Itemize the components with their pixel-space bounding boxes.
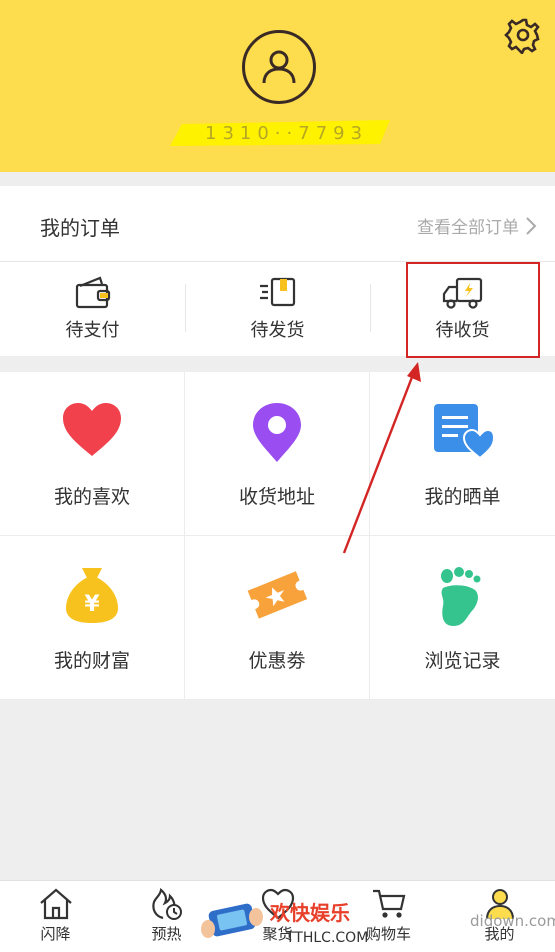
wallet-icon	[75, 276, 110, 309]
site-watermark: didown.com	[470, 912, 555, 930]
grid-item-label: 收货地址	[238, 486, 315, 508]
tab-flash-sale[interactable]: 闪降	[0, 881, 111, 952]
cart-icon	[372, 889, 405, 918]
footprint-icon	[440, 567, 480, 626]
grid-item-favorites[interactable]: 我的喜欢	[0, 372, 185, 536]
package-icon	[259, 277, 295, 307]
grid-item-label: 浏览记录	[424, 650, 501, 672]
username: 1310··7793	[205, 123, 369, 144]
grid-item-history[interactable]: 浏览记录	[370, 536, 555, 700]
grid-item-address[interactable]: 收货地址	[185, 372, 370, 536]
chevron-right-icon	[526, 216, 537, 235]
grid-item-label: 我的喜欢	[53, 486, 130, 508]
grid-item-label: 我的晒单	[424, 486, 501, 508]
watermark-title: 欢快娱乐	[270, 901, 350, 925]
grid-item-label: 优惠劵	[248, 650, 306, 672]
gear-icon	[504, 18, 540, 56]
view-all-orders-label: 查看全部订单	[417, 218, 519, 238]
grid-item-reviews[interactable]: 我的晒单	[370, 372, 555, 536]
order-pending-payment-label: 待支付	[65, 320, 120, 341]
watermark-domain: TTHLC.COM	[286, 930, 369, 946]
tab-label: 闪降	[40, 925, 71, 943]
orders-title: 我的订单	[40, 216, 120, 240]
grid-item-wealth[interactable]: ¥ 我的财富	[0, 536, 185, 700]
settings-button[interactable]	[504, 16, 542, 56]
user-icon	[262, 50, 296, 84]
order-pending-shipment-label: 待发货	[250, 320, 305, 341]
avatar[interactable]	[242, 30, 316, 104]
feature-grid: 我的喜欢 收货地址 我的晒单 ¥ 我的财富 优惠劵 浏览记录	[0, 372, 555, 700]
money-bag-icon: ¥	[66, 568, 118, 623]
flame-clock-icon	[151, 887, 182, 920]
view-all-orders-link[interactable]: 查看全部订单	[417, 213, 537, 238]
annotation-highlight-box	[406, 262, 540, 358]
grid-item-coupons[interactable]: 优惠劵	[185, 536, 370, 700]
grid-item-label: 我的财富	[53, 650, 130, 672]
coupon-icon	[247, 571, 308, 619]
game-controller-icon	[201, 903, 263, 938]
heart-icon	[63, 403, 121, 456]
location-pin-icon	[253, 403, 301, 462]
review-note-icon	[433, 404, 494, 460]
order-pending-shipment[interactable]: 待发货	[185, 276, 370, 342]
home-icon	[39, 888, 72, 920]
order-pending-payment[interactable]: 待支付	[0, 276, 185, 342]
orders-header-row[interactable]: 我的订单 查看全部订单	[0, 186, 555, 262]
svg-text:¥: ¥	[84, 592, 100, 617]
profile-header: 1310··7793	[0, 0, 555, 172]
